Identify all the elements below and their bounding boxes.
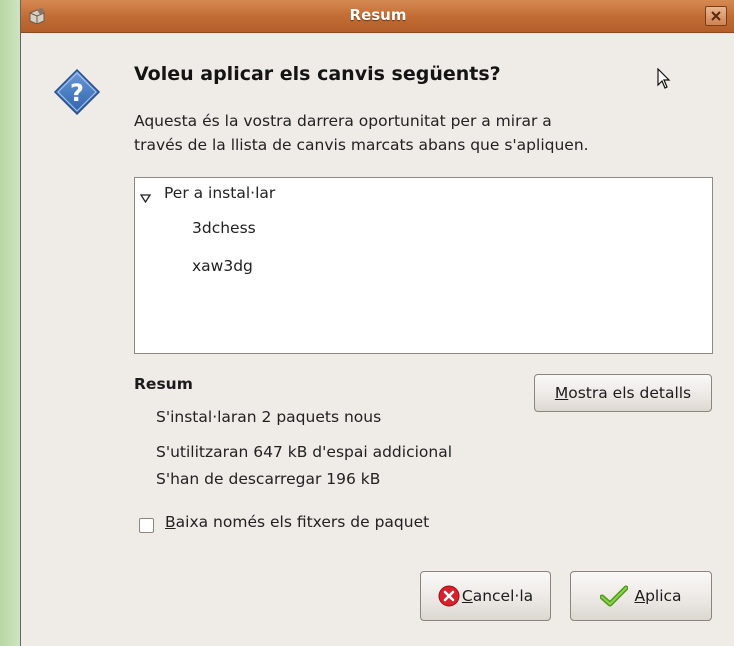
- tree-item-package[interactable]: 3dchess: [192, 219, 256, 237]
- download-only-label[interactable]: Baixa només els fitxers de paquet: [165, 513, 429, 531]
- title-bar[interactable]: Resum: [21, 0, 734, 33]
- question-icon: ?: [53, 68, 101, 116]
- dialog-heading: Voleu aplicar els canvis següents?: [134, 63, 501, 85]
- summary-disk-space: S'utilitzaran 647 kB d'espai addicional: [156, 443, 453, 461]
- expander-icon[interactable]: [139, 188, 152, 207]
- window-title: Resum: [349, 6, 407, 24]
- cancel-button[interactable]: Cancel·la: [420, 571, 551, 621]
- summary-download-size: S'han de descarregar 196 kB: [156, 470, 381, 488]
- dialog-window: Resum ? Voleu aplicar els canvis següent…: [20, 0, 734, 646]
- svg-text:?: ?: [70, 79, 84, 107]
- apply-button[interactable]: Aplica: [570, 571, 712, 621]
- close-icon: [711, 11, 721, 21]
- summary-packages: S'instal·laran 2 paquets nous: [156, 408, 382, 426]
- tree-item-package[interactable]: xaw3dg: [192, 257, 253, 275]
- checkmark-icon: [600, 585, 629, 607]
- summary-title: Resum: [134, 375, 193, 393]
- close-button[interactable]: [705, 6, 727, 26]
- dialog-description: Aquesta és la vostra darrera oportunitat…: [134, 112, 589, 154]
- show-details-button[interactable]: Mostra els detalls: [534, 374, 712, 412]
- download-only-checkbox[interactable]: [139, 518, 154, 533]
- tree-group-to-install[interactable]: Per a instal·lar: [164, 184, 275, 202]
- changes-tree[interactable]: Per a instal·lar 3dchess xaw3dg: [134, 177, 713, 354]
- mouse-pointer-icon: [657, 67, 671, 94]
- cancel-icon: [438, 585, 460, 607]
